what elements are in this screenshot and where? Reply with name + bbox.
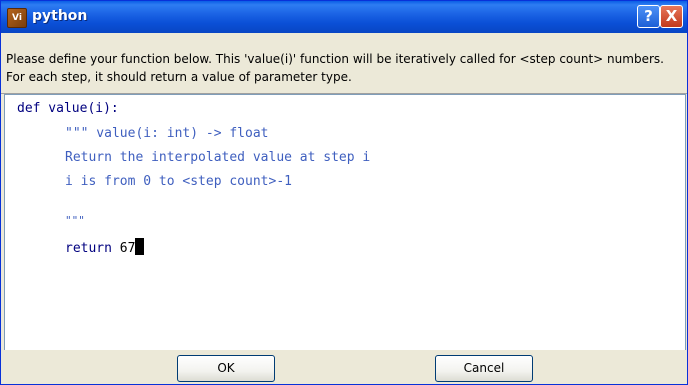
ok-button[interactable]: OK: [177, 355, 275, 382]
python-dialog: Vi python ? X Please define your functio…: [0, 0, 688, 385]
code-line-3: Return the interpolated value at step i: [65, 150, 371, 165]
code-line-4: i is from 0 to <step count>-1: [65, 174, 292, 189]
button-bar: OK Cancel: [1, 350, 687, 384]
close-button[interactable]: X: [660, 5, 683, 28]
code-editor[interactable]: def value(i): """ value(i: int) -> float…: [4, 94, 686, 351]
help-button[interactable]: ?: [637, 5, 660, 28]
title-bar[interactable]: Vi python ? X: [1, 1, 687, 33]
cancel-button[interactable]: Cancel: [435, 355, 533, 382]
code-line-5: """: [65, 214, 85, 227]
window-title: python: [32, 8, 88, 24]
code-line-6: return 67: [65, 238, 145, 256]
code-line-2: """ value(i: int) -> float: [65, 126, 269, 141]
return-value: 67: [111, 241, 136, 256]
code-line-1: def value(i):: [17, 101, 119, 116]
function-signature: value(i):: [40, 101, 119, 116]
instructions-text: Please define your function below. This …: [6, 52, 664, 84]
text-cursor: [135, 238, 145, 255]
keyword-return: return: [65, 241, 112, 256]
instructions-panel: Please define your function below. This …: [1, 33, 687, 94]
app-icon: Vi: [7, 8, 27, 28]
keyword-def: def: [17, 101, 41, 116]
